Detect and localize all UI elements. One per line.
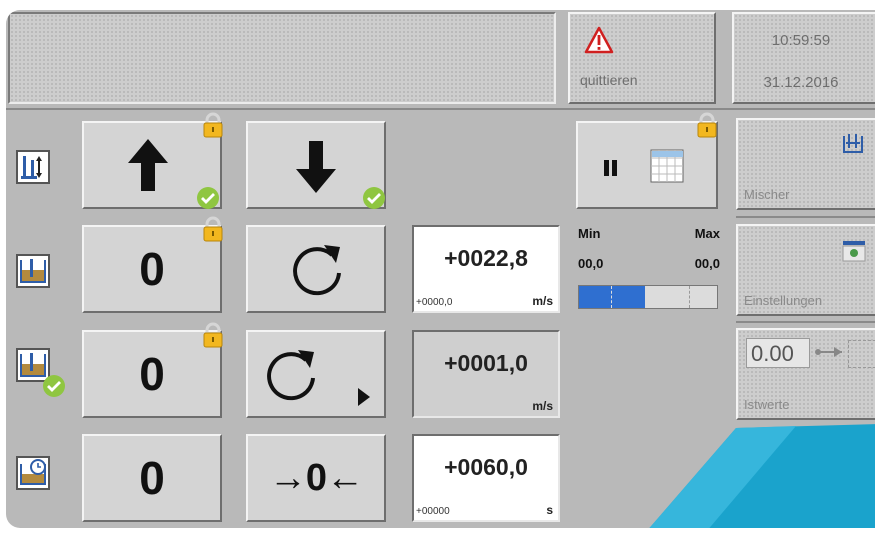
time-subvalue: +00000	[416, 506, 450, 517]
rotate-step-button[interactable]	[246, 330, 386, 418]
time-value: +0060,0	[444, 454, 528, 480]
row4-timer-icon	[16, 456, 50, 490]
actual-grid-box	[848, 340, 875, 368]
speed-value-box[interactable]: +0022,8 +0000,0 m/s	[412, 225, 560, 313]
gauge-max-value: 00,0	[694, 256, 720, 271]
arrow-down-icon	[296, 141, 336, 193]
message-bar	[8, 12, 556, 104]
gauge-max-marker	[689, 286, 690, 308]
time-value-box[interactable]: +0060,0 +00000 s	[412, 434, 560, 522]
row2-tank-icon	[16, 254, 50, 288]
acknowledge-button[interactable]: quittieren	[568, 12, 716, 104]
side-divider	[736, 321, 875, 323]
gauge-fill	[579, 286, 646, 308]
play-right-icon	[358, 388, 370, 406]
speed2-zero-button[interactable]: 0	[82, 330, 222, 418]
speed2-zero-value: 0	[139, 348, 165, 400]
actual-values-button[interactable]: 0.00 Istwerte	[736, 328, 875, 420]
acknowledge-label: quittieren	[580, 72, 638, 88]
side-divider	[736, 216, 875, 218]
gauge-min-marker	[611, 286, 612, 308]
lock-icon	[697, 112, 717, 138]
mixer-icon	[843, 134, 863, 153]
actual-value-text: 0.00	[751, 341, 794, 366]
speed-zero-value: 0	[139, 243, 165, 295]
row1-mixer-icon	[16, 150, 50, 184]
lock-icon	[203, 112, 223, 138]
min-max-gauge: Min Max 00,0 00,0	[576, 222, 726, 312]
time-zero-button[interactable]: 0	[82, 434, 222, 522]
reset-to-zero-button[interactable]: →0←	[246, 434, 386, 522]
lock-icon	[203, 322, 223, 348]
check-icon	[43, 375, 65, 397]
speed2-unit: m/s	[532, 399, 553, 413]
reset-to-zero-label: →0←	[268, 456, 364, 499]
time-unit: s	[546, 503, 553, 517]
speed-zero-button[interactable]: 0	[82, 225, 222, 313]
actual-values-label: Istwerte	[744, 397, 790, 412]
clock-date: 31.12.2016	[763, 74, 839, 91]
time-zero-value: 0	[139, 452, 165, 504]
eye-icon	[842, 241, 866, 262]
settings-button[interactable]: Einstellungen	[736, 224, 875, 316]
actual-value-display: 0.00	[746, 338, 810, 368]
refresh-icon	[267, 350, 315, 401]
gauge-max-label: Max	[694, 226, 720, 241]
mixer-button[interactable]: Mischer	[736, 118, 875, 210]
pause-icon	[604, 160, 617, 176]
decorative-teal-shape	[649, 424, 875, 528]
gauge-min-value: 00,0	[578, 256, 604, 271]
lock-icon	[203, 216, 223, 242]
speed-subvalue: +0000,0	[416, 297, 453, 308]
header-divider	[6, 108, 875, 110]
arrow-link-icon	[815, 347, 842, 357]
hmi-screen: quittieren 10:59:59 31.12.2016 Mischer 0	[6, 10, 875, 528]
gauge-bar	[578, 285, 718, 309]
speed-unit: m/s	[532, 294, 553, 308]
clock-time: 10:59:59	[771, 32, 831, 49]
check-icon	[197, 187, 219, 209]
clock-panel[interactable]: 10:59:59 31.12.2016	[732, 12, 875, 104]
gauge-min-label: Min	[578, 226, 601, 241]
rotate-button[interactable]	[246, 225, 386, 313]
refresh-icon	[293, 245, 341, 296]
speed2-value: +0001,0	[444, 350, 528, 376]
speed-value: +0022,8	[444, 245, 528, 271]
alert-triangle-icon	[584, 26, 614, 54]
grid-icon	[650, 149, 684, 183]
check-icon	[363, 187, 385, 209]
mixer-label: Mischer	[744, 187, 790, 202]
speed2-value-box[interactable]: +0001,0 m/s	[412, 330, 560, 418]
arrow-up-icon	[128, 139, 168, 191]
settings-label: Einstellungen	[744, 293, 823, 308]
